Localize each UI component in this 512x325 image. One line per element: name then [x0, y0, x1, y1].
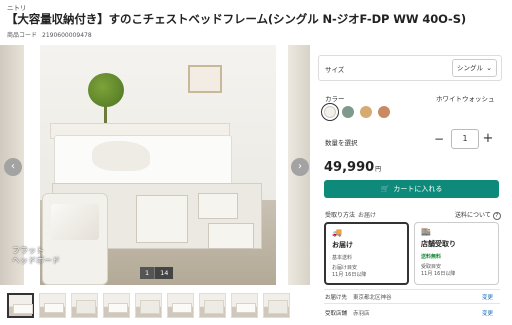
question-icon: ?	[492, 212, 501, 220]
delivery-option-fee: 送料無料	[421, 254, 442, 260]
add-to-cart-button[interactable]: 🛒 カートに入れる	[324, 180, 499, 198]
price-unit: 円	[375, 166, 382, 173]
color-swatch-3[interactable]	[360, 106, 372, 118]
image-drawer	[208, 223, 254, 249]
change-destination-link[interactable]: 変更	[482, 293, 493, 301]
thumbnail-9[interactable]	[263, 293, 290, 318]
delivery-option-eta-label: 受取目安	[421, 264, 442, 270]
chevron-left-icon[interactable]: ‹	[4, 158, 22, 176]
size-selector-row: サイズ シングル ⌄	[318, 55, 502, 81]
size-label: サイズ	[325, 66, 345, 74]
price: 49,990円	[324, 160, 381, 175]
receive-method-label: 受取り方法	[325, 212, 356, 219]
thumbnail-5[interactable]	[135, 293, 162, 318]
thumbnail-3[interactable]	[71, 293, 98, 318]
delivery-destination-value: 東京都北区神谷	[353, 295, 392, 301]
image-drawer	[136, 195, 188, 243]
thumbnail-2[interactable]	[39, 293, 66, 318]
thumbnail-1[interactable]	[7, 293, 34, 318]
divider	[324, 303, 500, 304]
price-amount: 49,990	[324, 160, 375, 175]
color-value: ホワイトウォッシュ	[436, 95, 495, 103]
shipping-info-link[interactable]: 送料について?	[455, 210, 501, 220]
delivery-destination-label: お届け先	[325, 295, 348, 301]
color-swatch-1[interactable]	[321, 103, 339, 121]
thumbnail-8[interactable]	[231, 293, 258, 318]
pickup-store: 受取店舗 赤羽店	[325, 309, 370, 317]
divider	[324, 289, 500, 290]
chevron-right-icon[interactable]: ›	[291, 158, 309, 176]
color-swatch-4[interactable]	[378, 106, 390, 118]
color-label: カラー	[325, 95, 345, 103]
product-code-value: 2190600009478	[42, 32, 92, 39]
quantity-increase-button[interactable]: +	[482, 131, 494, 146]
delivery-option-eta-label: お届け目安	[332, 265, 358, 271]
truck-icon: 🚚	[332, 228, 342, 237]
color-swatch-2[interactable]	[342, 106, 354, 118]
image-counter-current: 1	[140, 267, 155, 279]
delivery-option-fee: 基本送料	[332, 255, 353, 261]
image-wall-frame	[188, 65, 222, 93]
image-drawer	[198, 193, 238, 219]
product-title: 【大容量収納付き】すのこチェストベッドフレーム(シングル N-ジオF-DP WW…	[6, 12, 467, 26]
shipping-info-label: 送料について	[455, 212, 491, 219]
chevron-down-icon: ⌄	[486, 64, 492, 72]
quantity-input[interactable]: 1	[451, 129, 479, 149]
size-select-value: シングル	[457, 64, 483, 72]
callout-caption: フラット ヘッドボード	[12, 246, 60, 265]
delivery-destination: お届け先 東京都北区神谷	[325, 293, 392, 301]
product-gallery: フラット ヘッドボード 1 14 ‹ ›	[0, 45, 310, 285]
image-counter-total: 14	[154, 267, 174, 279]
quantity-label: 数量を選択	[325, 139, 358, 147]
quantity-decrease-button[interactable]: −	[433, 132, 445, 146]
size-select[interactable]: シングル ⌄	[452, 59, 497, 77]
thumbnail-4[interactable]	[103, 293, 130, 318]
delivery-option-eta: 11月 16日以降	[421, 271, 456, 277]
color-swatches	[321, 103, 390, 121]
delivery-option-title: 店舗受取り	[421, 240, 456, 248]
product-code: 商品コード 2190600009478	[7, 30, 92, 39]
headboard-callout-image	[51, 204, 99, 240]
delivery-option-home[interactable]: 🚚 お届け 基本送料 お届け目安 11月 16日以降	[324, 222, 409, 285]
thumbnail-strip	[7, 293, 290, 318]
thumbnail-7[interactable]	[199, 293, 226, 318]
thumbnail-6[interactable]	[167, 293, 194, 318]
delivery-option-store[interactable]: 🏬 店舗受取り 送料無料 受取目安 11月 16日以降	[414, 222, 499, 285]
store-icon: 🏬	[421, 227, 431, 236]
delivery-option-eta: 11月 16日以降	[332, 272, 367, 278]
add-to-cart-label: カートに入れる	[393, 185, 443, 193]
product-code-label: 商品コード	[7, 32, 38, 39]
image-throw-blanket	[92, 141, 150, 171]
delivery-option-title: お届け	[332, 241, 353, 249]
pickup-store-value: 赤羽店	[353, 311, 370, 317]
headboard-callout	[42, 193, 108, 285]
pickup-store-label: 受取店舗	[325, 311, 348, 317]
cart-icon: 🛒	[380, 185, 390, 193]
receive-method-selected: お届け	[358, 212, 377, 219]
image-plant-leaves	[88, 73, 124, 107]
image-counter: 1 14	[140, 267, 174, 279]
change-store-link[interactable]: 変更	[482, 309, 493, 317]
